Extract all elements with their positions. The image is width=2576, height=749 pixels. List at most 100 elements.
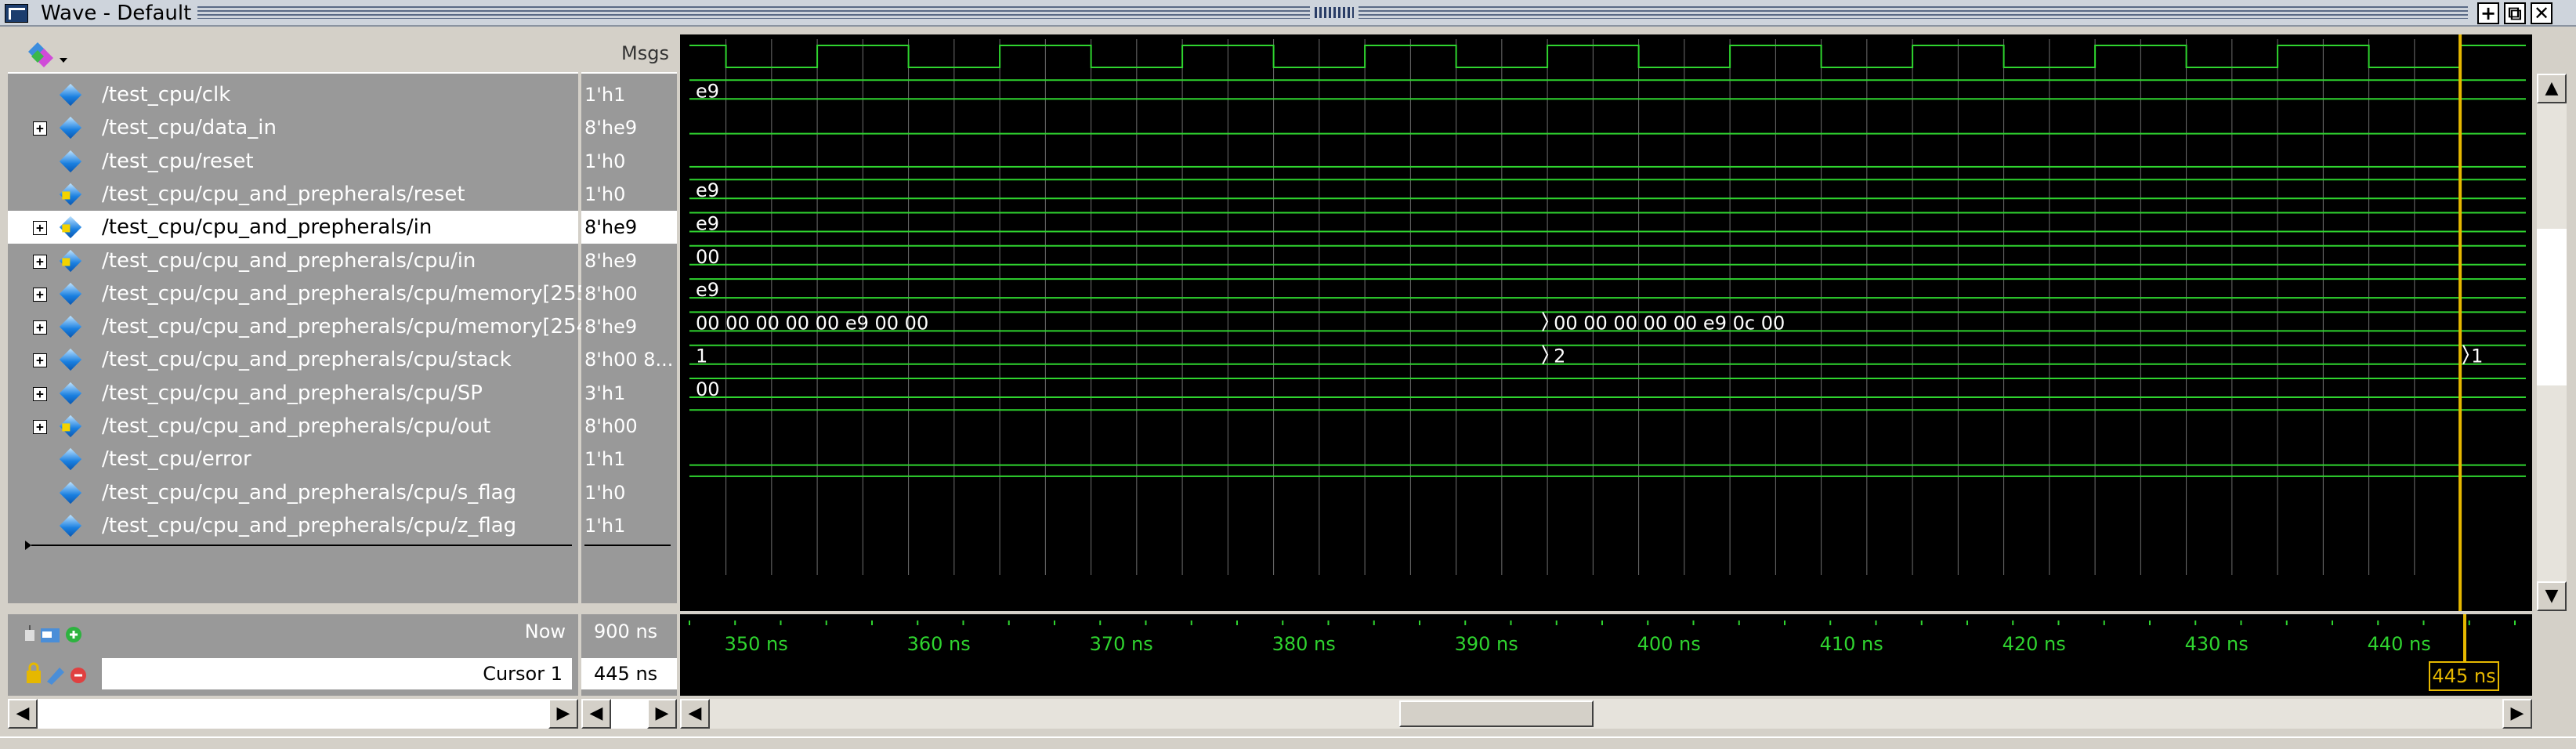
cursor-value-field[interactable]: 445 ns [581,658,677,689]
undock-button[interactable]: ⧉ [2504,2,2526,24]
signal-row[interactable]: + /test_cpu/data_in [8,111,578,144]
scroll-left-button[interactable]: ◀ [8,699,38,729]
scroll-left-button[interactable]: ◀ [680,699,710,729]
signal-name: /test_cpu/cpu_and_prepherals/cpu/s_flag [102,480,517,505]
value-row[interactable]: 1'h1 [581,78,677,111]
now-value: 900 ns [594,621,658,642]
msgs-header-label: Msgs [621,42,669,64]
title-grip[interactable] [1359,6,2468,19]
window-title: Wave - Default [41,2,192,25]
ruler-tick-label: 360 ns [906,633,971,655]
scroll-up-button[interactable]: ▲ [2537,74,2567,103]
names-hscroll-thumb[interactable] [38,699,548,729]
signal-name: /test_cpu/cpu_and_prepherals/cpu/z_flag [102,513,517,537]
input-port-icon [59,216,82,239]
value-row[interactable]: 1'h0 [581,476,677,509]
cursor-name-field[interactable]: Cursor 1 [102,658,572,689]
wave-style-icon[interactable] [27,39,77,71]
cursor-controls: Now Cursor 1 [8,614,578,696]
values-pane[interactable]: Msgs 1'h1 8'he9 1'h0 1'h0 8'he9 8'he9 8'h00 8'h… [581,34,677,603]
value-row[interactable]: 1'h0 [581,145,677,178]
value-row[interactable]: 8'h00 8... [581,343,677,376]
scroll-right-button[interactable]: ▶ [647,699,677,729]
signal-name: /test_cpu/cpu_and_prepherals/cpu/memory[… [102,315,598,339]
signal-icon [59,481,82,504]
signal-icon [59,83,82,107]
input-port-icon [59,249,82,272]
signal-value: 8'h00 [584,415,638,437]
memory-254-wave-label: e9 [696,279,719,301]
signal-row[interactable]: /test_cpu/error [8,443,578,476]
app-icon [5,4,28,23]
wave-hscrollbar[interactable]: ◀ ▶ [680,699,2532,729]
names-hscrollbar[interactable]: ◀ ▶ [8,699,578,729]
expand-icon[interactable]: + [33,221,47,236]
expand-icon[interactable]: + [33,353,47,368]
expand-icon[interactable]: + [33,121,47,136]
values-header: Msgs [581,34,677,74]
scroll-left-button[interactable]: ◀ [581,699,611,729]
cursor-window-icon[interactable] [41,628,60,642]
dock-button[interactable]: + [2477,2,2499,24]
signal-row[interactable]: + /test_cpu/cpu_and_prepherals/cpu/stack [8,343,578,376]
signal-icon [59,349,82,371]
lock-icon[interactable] [27,662,41,683]
remove-cursor-icon[interactable] [71,668,86,683]
signal-row[interactable]: /test_cpu/cpu_and_prepherals/cpu/s_flag [8,476,578,509]
in-wave-label: e9 [696,179,719,201]
cursor-name-label: Cursor 1 [483,663,563,685]
close-button[interactable]: ✕ [2531,2,2552,24]
signal-name: /test_cpu/clk [102,83,231,107]
wave-hscroll-thumb[interactable] [1399,700,1594,727]
title-grip-handle[interactable] [1315,7,1354,18]
value-row[interactable]: 8'h00 [581,410,677,443]
signal-row[interactable]: /test_cpu/reset [8,145,578,178]
expand-icon[interactable]: + [33,420,47,434]
sp-wave-label: 1 [696,346,707,367]
value-row[interactable]: 3'h1 [581,377,677,410]
value-row[interactable]: 1'h0 [581,178,677,211]
timeline-icon[interactable] [25,625,34,641]
waveform-pane[interactable]: e9 e9 e9 00 e9 00 00 00 00 00 e9 00 00 1 00 00 0… [680,34,2532,611]
value-row[interactable]: 1'h1 [581,509,677,542]
signal-row[interactable]: + /test_cpu/cpu_and_prepherals/cpu/out [8,410,578,443]
signal-row[interactable]: /test_cpu/clk [8,78,578,111]
value-row[interactable]: 1'h1 [581,443,677,476]
expand-icon[interactable]: + [33,287,47,302]
signal-row[interactable]: /test_cpu/cpu_and_prepherals/cpu/z_flag [8,509,578,542]
signal-names-pane[interactable]: /test_cpu/clk + /test_cpu/data_in/test_cpu… [8,34,597,603]
add-cursor-icon[interactable] [66,627,81,642]
ruler-tick-label: 440 ns [2367,633,2431,655]
value-row[interactable]: 8'he9 [581,111,677,144]
scroll-down-button[interactable]: ▼ [2537,581,2567,611]
timeline-ruler[interactable]: 350 ns 360 ns 370 ns 380 ns 390 ns 400 ns 410 … [680,614,2532,696]
signal-row[interactable]: + /test_cpu/cpu_and_prepherals/cpu/SP [8,377,578,410]
title-grip[interactable] [197,6,1310,19]
expand-icon[interactable]: + [33,320,47,335]
value-row[interactable]: 8'he9 [581,310,677,343]
vertical-scrollbar[interactable]: ▲ ▼ [2537,74,2567,611]
signal-value: 8'he9 [584,316,638,338]
value-row[interactable]: 8'he9 [581,244,677,277]
signal-row[interactable]: + /test_cpu/cpu_and_prepherals/cpu/in [8,244,578,277]
signal-row[interactable]: /test_cpu/cpu_and_prepherals/reset [8,178,578,211]
value-row[interactable]: 8'he9 [581,211,677,244]
signal-row[interactable]: + /test_cpu/cpu_and_prepherals/cpu/memory… [8,310,597,343]
signal-row[interactable]: + /test_cpu/cpu_and_prepherals/in [8,211,578,244]
add-cursor-toolbar [25,625,81,642]
waveform-canvas[interactable]: e9 e9 e9 00 e9 00 00 00 00 00 e9 00 00 1 00 00 0… [680,34,2532,611]
value-row[interactable]: 8'h00 [581,277,677,310]
expand-icon[interactable]: + [33,254,47,269]
stack-wave-label: 00 00 00 00 00 e9 00 00 [696,312,928,334]
vertical-scroll-thumb[interactable] [2537,229,2567,385]
signal-row[interactable]: + /test_cpu/cpu_and_prepherals/cpu/memory… [8,277,597,310]
signal-icon [59,514,82,537]
scroll-right-button[interactable]: ▶ [548,699,578,729]
expand-icon[interactable]: + [33,386,47,401]
values-hscroll-thumb[interactable] [611,699,647,729]
cursor-time-label[interactable]: 445 ns [2429,661,2499,691]
scroll-right-button[interactable]: ▶ [2502,699,2532,729]
values-hscrollbar[interactable]: ◀ ▶ [581,699,677,729]
signal-value: 1'h1 [584,514,626,537]
edit-cursor-icon[interactable] [47,668,64,685]
